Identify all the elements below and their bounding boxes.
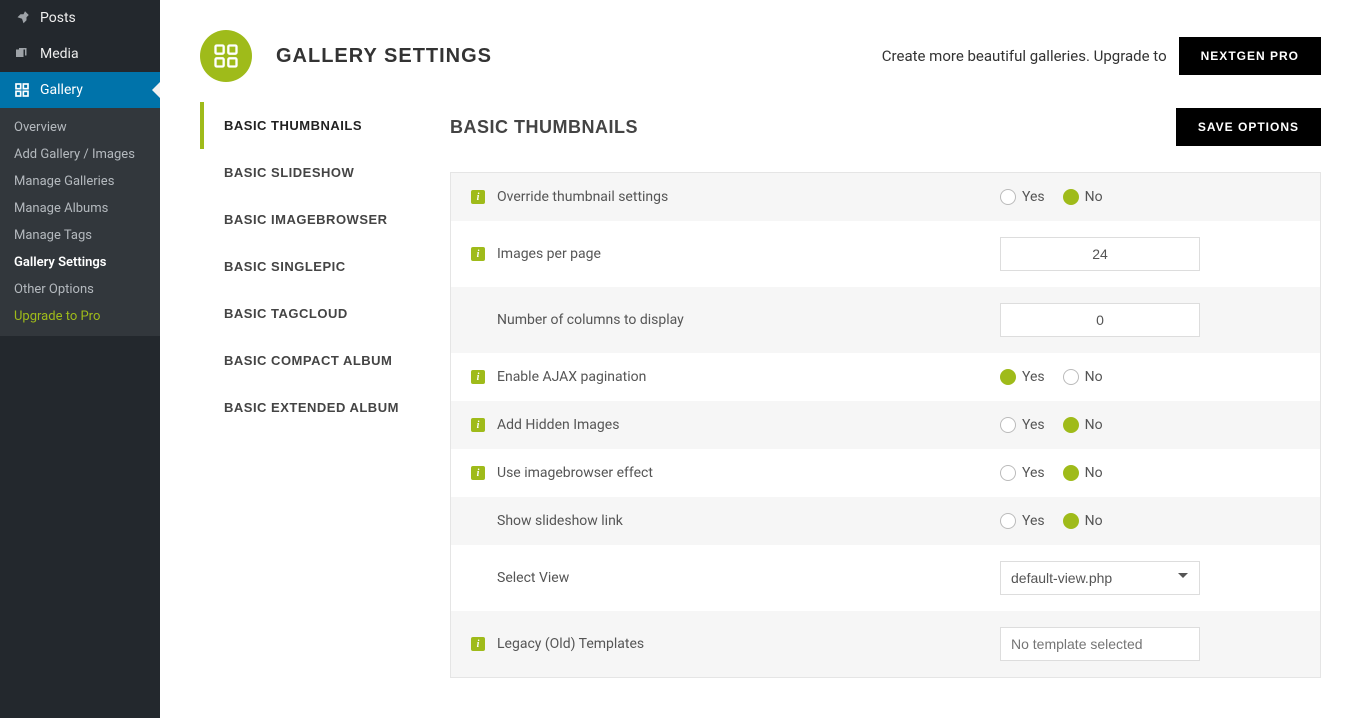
- info-icon[interactable]: i: [471, 466, 485, 480]
- radio-override-yes[interactable]: Yes: [1000, 189, 1045, 205]
- tab-basic-imagebrowser[interactable]: BASIC IMAGEBROWSER: [200, 196, 420, 243]
- radio-circle-icon: [1063, 465, 1079, 481]
- submenu-manage-tags[interactable]: Manage Tags: [0, 222, 160, 249]
- content-area: GALLERY SETTINGS Create more beautiful g…: [160, 0, 1361, 718]
- tab-basic-slideshow[interactable]: BASIC SLIDESHOW: [200, 149, 420, 196]
- submenu-gallery-settings[interactable]: Gallery Settings: [0, 249, 160, 276]
- radio-label: Yes: [1022, 513, 1045, 529]
- submenu-upgrade-to-pro[interactable]: Upgrade to Pro: [0, 303, 160, 330]
- info-icon[interactable]: i: [471, 370, 485, 384]
- radio-circle-icon: [1063, 369, 1079, 385]
- setting-row-hidden: i Add Hidden Images Yes No: [451, 401, 1320, 449]
- radio-ajax-yes[interactable]: Yes: [1000, 369, 1045, 385]
- radio-label: No: [1085, 513, 1103, 529]
- radio-label: Yes: [1022, 417, 1045, 433]
- submenu-manage-galleries[interactable]: Manage Galleries: [0, 168, 160, 195]
- radio-label: Yes: [1022, 189, 1045, 205]
- setting-row-legacy: i Legacy (Old) Templates: [451, 611, 1320, 677]
- menu-item-media[interactable]: Media: [0, 36, 160, 72]
- setting-label-text: Add Hidden Images: [497, 417, 619, 433]
- radio-label: No: [1085, 465, 1103, 481]
- settings-table: i Override thumbnail settings Yes No i Images…: [450, 172, 1321, 678]
- tab-basic-singlepic[interactable]: BASIC SINGLEPIC: [200, 243, 420, 290]
- submenu-add-gallery-images[interactable]: Add Gallery / Images: [0, 141, 160, 168]
- pin-icon: [12, 8, 32, 28]
- radio-circle-icon: [1063, 513, 1079, 529]
- page-title: GALLERY SETTINGS: [276, 45, 492, 68]
- gallery-icon: [12, 80, 32, 100]
- radio-label: No: [1085, 189, 1103, 205]
- submenu-manage-albums[interactable]: Manage Albums: [0, 195, 160, 222]
- setting-label-text: Enable AJAX pagination: [497, 369, 646, 385]
- radio-circle-icon: [1000, 189, 1016, 205]
- radio-slideshow_link-no[interactable]: No: [1063, 513, 1103, 529]
- menu-item-posts[interactable]: Posts: [0, 0, 160, 36]
- promo-text: Create more beautiful galleries. Upgrade…: [882, 47, 1167, 65]
- settings-tabs: BASIC THUMBNAILSBASIC SLIDESHOWBASIC IMA…: [200, 102, 420, 678]
- media-icon: [12, 44, 32, 64]
- setting-row-override: i Override thumbnail settings Yes No: [451, 173, 1320, 221]
- setting-label-text: Legacy (Old) Templates: [497, 636, 644, 652]
- input-images_per_page[interactable]: [1000, 237, 1200, 271]
- setting-label-text: Select View: [497, 570, 569, 586]
- menu-label: Media: [40, 46, 79, 62]
- input-columns[interactable]: [1000, 303, 1200, 337]
- radio-imagebrowser-yes[interactable]: Yes: [1000, 465, 1045, 481]
- setting-row-select_view: Select View default-view.php: [451, 545, 1320, 611]
- setting-label-text: Override thumbnail settings: [497, 189, 668, 205]
- radio-circle-icon: [1000, 513, 1016, 529]
- select-select_view[interactable]: default-view.php: [1000, 561, 1200, 595]
- setting-row-imagebrowser: i Use imagebrowser effect Yes No: [451, 449, 1320, 497]
- menu-item-gallery[interactable]: Gallery: [0, 72, 160, 108]
- radio-circle-icon: [1063, 417, 1079, 433]
- info-icon[interactable]: i: [471, 418, 485, 432]
- radio-slideshow_link-yes[interactable]: Yes: [1000, 513, 1045, 529]
- save-options-button[interactable]: SAVE OPTIONS: [1176, 108, 1321, 146]
- setting-label-text: Show slideshow link: [497, 513, 623, 529]
- tab-basic-tagcloud[interactable]: BASIC TAGCLOUD: [200, 290, 420, 337]
- page-header: GALLERY SETTINGS Create more beautiful g…: [160, 0, 1361, 102]
- setting-label-text: Images per page: [497, 246, 601, 262]
- radio-imagebrowser-no[interactable]: No: [1063, 465, 1103, 481]
- tab-basic-compact-album[interactable]: BASIC COMPACT ALBUM: [200, 337, 420, 384]
- radio-circle-icon: [1063, 189, 1079, 205]
- info-icon[interactable]: i: [471, 637, 485, 651]
- setting-label-text: Number of columns to display: [497, 312, 684, 328]
- radio-circle-icon: [1000, 417, 1016, 433]
- gallery-logo-icon: [200, 30, 252, 82]
- radio-label: Yes: [1022, 465, 1045, 481]
- info-icon[interactable]: i: [471, 190, 485, 204]
- info-icon[interactable]: i: [471, 247, 485, 261]
- setting-label-text: Use imagebrowser effect: [497, 465, 653, 481]
- radio-hidden-yes[interactable]: Yes: [1000, 417, 1045, 433]
- input-legacy[interactable]: [1000, 627, 1200, 661]
- menu-label: Posts: [40, 10, 76, 26]
- menu-label: Gallery: [40, 82, 83, 98]
- radio-ajax-no[interactable]: No: [1063, 369, 1103, 385]
- radio-label: No: [1085, 417, 1103, 433]
- setting-row-images_per_page: i Images per page: [451, 221, 1320, 287]
- radio-label: Yes: [1022, 369, 1045, 385]
- radio-override-no[interactable]: No: [1063, 189, 1103, 205]
- section-title: BASIC THUMBNAILS: [450, 117, 638, 138]
- setting-row-ajax: i Enable AJAX pagination Yes No: [451, 353, 1320, 401]
- setting-row-columns: Number of columns to display: [451, 287, 1320, 353]
- submenu-overview[interactable]: Overview: [0, 114, 160, 141]
- submenu-other-options[interactable]: Other Options: [0, 276, 160, 303]
- tab-basic-thumbnails[interactable]: BASIC THUMBNAILS: [200, 102, 420, 149]
- admin-sidebar: Posts Media Gallery OverviewAdd Gallery / …: [0, 0, 160, 718]
- radio-hidden-no[interactable]: No: [1063, 417, 1103, 433]
- radio-circle-icon: [1000, 465, 1016, 481]
- setting-row-slideshow_link: Show slideshow link Yes No: [451, 497, 1320, 545]
- tab-basic-extended-album[interactable]: BASIC EXTENDED ALBUM: [200, 384, 420, 431]
- upgrade-pro-button[interactable]: NEXTGEN PRO: [1179, 37, 1321, 75]
- radio-circle-icon: [1000, 369, 1016, 385]
- radio-label: No: [1085, 369, 1103, 385]
